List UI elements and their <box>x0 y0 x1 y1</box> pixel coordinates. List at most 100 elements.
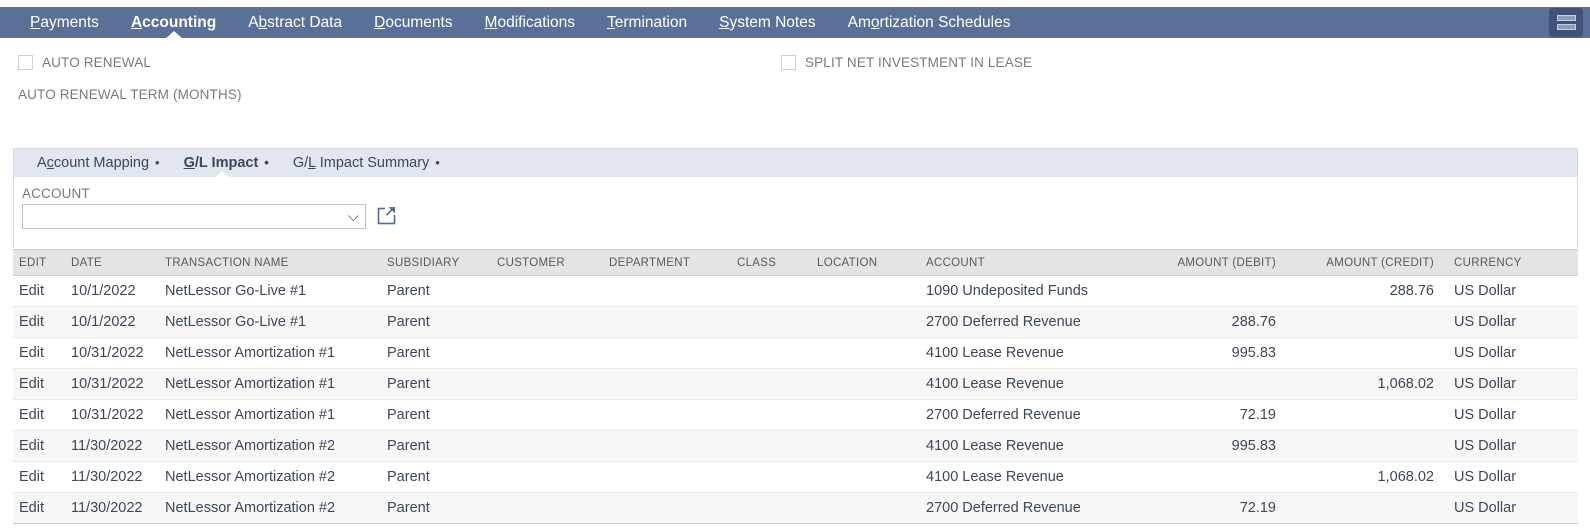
subtab-g-l-impact[interactable]: G/L Impact • <box>172 149 281 178</box>
cell-currency: US Dollar <box>1448 306 1578 338</box>
column-header-class[interactable]: CLASS <box>731 249 811 276</box>
subtab-accel: c <box>46 155 54 171</box>
cell-account[interactable]: 4100 Lease Revenue <box>920 337 1140 369</box>
cell-department <box>603 306 731 338</box>
cell-account[interactable]: 2700 Deferred Revenue <box>920 492 1140 524</box>
nav-tab-abstract-data[interactable]: Abstract Data <box>232 7 358 38</box>
double-chevron-down-icon[interactable]: ⌵ <box>348 209 365 224</box>
account-filter-label: ACCOUNT <box>22 186 90 201</box>
cell-edit[interactable]: Edit <box>13 430 65 462</box>
cell-date[interactable]: 10/31/2022 <box>65 337 159 369</box>
cell-date[interactable]: 11/30/2022 <box>65 461 159 493</box>
table-row: Edit 11/30/2022 NetLessor Amortization #2 P… <box>13 461 1578 493</box>
table-body: Edit 10/1/2022 NetLessor Go-Live #1 Parent 1… <box>13 275 1578 524</box>
cell-transaction-name[interactable]: NetLessor Amortization #2 <box>159 461 381 493</box>
cell-edit[interactable]: Edit <box>13 399 65 431</box>
column-header-department[interactable]: DEPARTMENT <box>603 249 731 276</box>
cell-location <box>811 368 920 400</box>
cell-edit[interactable]: Edit <box>13 275 65 307</box>
cell-class <box>731 492 811 524</box>
cell-date[interactable]: 10/31/2022 <box>65 368 159 400</box>
cell-transaction-name[interactable]: NetLessor Amortization #1 <box>159 337 381 369</box>
cell-account[interactable]: 4100 Lease Revenue <box>920 368 1140 400</box>
nav-tab-accounting[interactable]: Accounting <box>115 7 232 39</box>
subtab-account-mapping[interactable]: Account Mapping • <box>25 149 172 177</box>
cell-subsidiary: Parent <box>381 461 491 493</box>
column-header-amount-debit[interactable]: AMOUNT (DEBIT) <box>1140 249 1290 276</box>
cell-date[interactable]: 11/30/2022 <box>65 430 159 462</box>
column-header-currency[interactable]: CURRENCY <box>1448 249 1578 276</box>
cell-amount-debit: 72.19 <box>1140 492 1290 524</box>
nav-tab-accel: P <box>30 14 41 31</box>
cell-account[interactable]: 4100 Lease Revenue <box>920 430 1140 462</box>
cell-edit[interactable]: Edit <box>13 461 65 493</box>
column-header-transaction-name[interactable]: TRANSACTION NAME <box>159 249 381 276</box>
cell-department <box>603 461 731 493</box>
cell-edit[interactable]: Edit <box>13 368 65 400</box>
gl-impact-table: EDIT DATE TRANSACTION NAME SUBSIDIARY CUSTOM… <box>13 249 1578 524</box>
cell-location <box>811 399 920 431</box>
cell-transaction-name[interactable]: NetLessor Amortization #2 <box>159 492 381 524</box>
column-header-amount-credit[interactable]: AMOUNT (CREDIT) <box>1290 249 1448 276</box>
cell-amount-debit: 995.83 <box>1140 430 1290 462</box>
cell-currency: US Dollar <box>1448 399 1578 431</box>
cell-location <box>811 461 920 493</box>
cell-date[interactable]: 10/1/2022 <box>65 306 159 338</box>
cell-subsidiary: Parent <box>381 492 491 524</box>
cell-transaction-name[interactable]: NetLessor Amortization #2 <box>159 430 381 462</box>
nav-tab-termination[interactable]: Termination <box>591 7 703 38</box>
cell-transaction-name[interactable]: NetLessor Go-Live #1 <box>159 275 381 307</box>
cell-account[interactable]: 2700 Deferred Revenue <box>920 399 1140 431</box>
cell-location <box>811 430 920 462</box>
cell-subsidiary: Parent <box>381 430 491 462</box>
cell-location <box>811 492 920 524</box>
cell-amount-credit: 1,068.02 <box>1290 368 1448 400</box>
column-header-location[interactable]: LOCATION <box>811 249 920 276</box>
cell-date[interactable]: 10/1/2022 <box>65 275 159 307</box>
cell-department <box>603 430 731 462</box>
column-header-date[interactable]: DATE <box>65 249 159 276</box>
cell-customer <box>491 492 603 524</box>
nav-tab-accel: M <box>484 14 498 31</box>
nav-tab-system-notes[interactable]: System Notes <box>703 7 831 38</box>
cell-customer <box>491 399 603 431</box>
split-net-investment-checkbox[interactable] <box>781 55 796 70</box>
cell-transaction-name[interactable]: NetLessor Amortization #1 <box>159 399 381 431</box>
menu-icon[interactable] <box>1549 8 1583 37</box>
nav-tab-payments[interactable]: Payments <box>14 7 115 38</box>
cell-location <box>811 306 920 338</box>
external-link-icon[interactable] <box>376 204 398 227</box>
cell-account[interactable]: 4100 Lease Revenue <box>920 461 1140 493</box>
nav-tab-accel: T <box>607 14 615 31</box>
cell-currency: US Dollar <box>1448 337 1578 369</box>
cell-account[interactable]: 2700 Deferred Revenue <box>920 306 1140 338</box>
cell-transaction-name[interactable]: NetLessor Go-Live #1 <box>159 306 381 338</box>
cell-class <box>731 430 811 462</box>
table-row: Edit 10/31/2022 NetLessor Amortization #1 P… <box>13 337 1578 369</box>
column-header-account[interactable]: ACCOUNT <box>920 249 1140 276</box>
cell-amount-debit <box>1140 368 1290 400</box>
column-header-edit[interactable]: EDIT <box>13 249 65 276</box>
column-header-subsidiary[interactable]: SUBSIDIARY <box>381 249 491 276</box>
cell-account[interactable]: 1090 Undeposited Funds <box>920 275 1140 307</box>
account-filter-input[interactable]: ⌵ <box>22 204 366 229</box>
subtab-g-l-impact-summary[interactable]: G/L Impact Summary • <box>281 149 452 177</box>
split-net-investment-label: SPLIT NET INVESTMENT IN LEASE <box>805 55 1033 70</box>
cell-transaction-name[interactable]: NetLessor Amortization #1 <box>159 368 381 400</box>
cell-edit[interactable]: Edit <box>13 337 65 369</box>
cell-edit[interactable]: Edit <box>13 492 65 524</box>
cell-amount-credit: 1,068.02 <box>1290 461 1448 493</box>
auto-renewal-checkbox[interactable] <box>18 55 33 70</box>
column-header-customer[interactable]: CUSTOMER <box>491 249 603 276</box>
cell-amount-credit <box>1290 492 1448 524</box>
cell-edit[interactable]: Edit <box>13 306 65 338</box>
cell-amount-credit <box>1290 399 1448 431</box>
nav-tab-amortization-schedules[interactable]: Amortization Schedules <box>832 7 1027 38</box>
split-net-investment-checkbox-row[interactable]: SPLIT NET INVESTMENT IN LEASE <box>781 55 1032 70</box>
cell-date[interactable]: 10/31/2022 <box>65 399 159 431</box>
cell-location <box>811 337 920 369</box>
nav-tab-modifications[interactable]: Modifications <box>469 7 591 38</box>
auto-renewal-checkbox-row[interactable]: AUTO RENEWAL <box>18 55 151 70</box>
cell-date[interactable]: 11/30/2022 <box>65 492 159 524</box>
nav-tab-documents[interactable]: Documents <box>358 7 468 38</box>
